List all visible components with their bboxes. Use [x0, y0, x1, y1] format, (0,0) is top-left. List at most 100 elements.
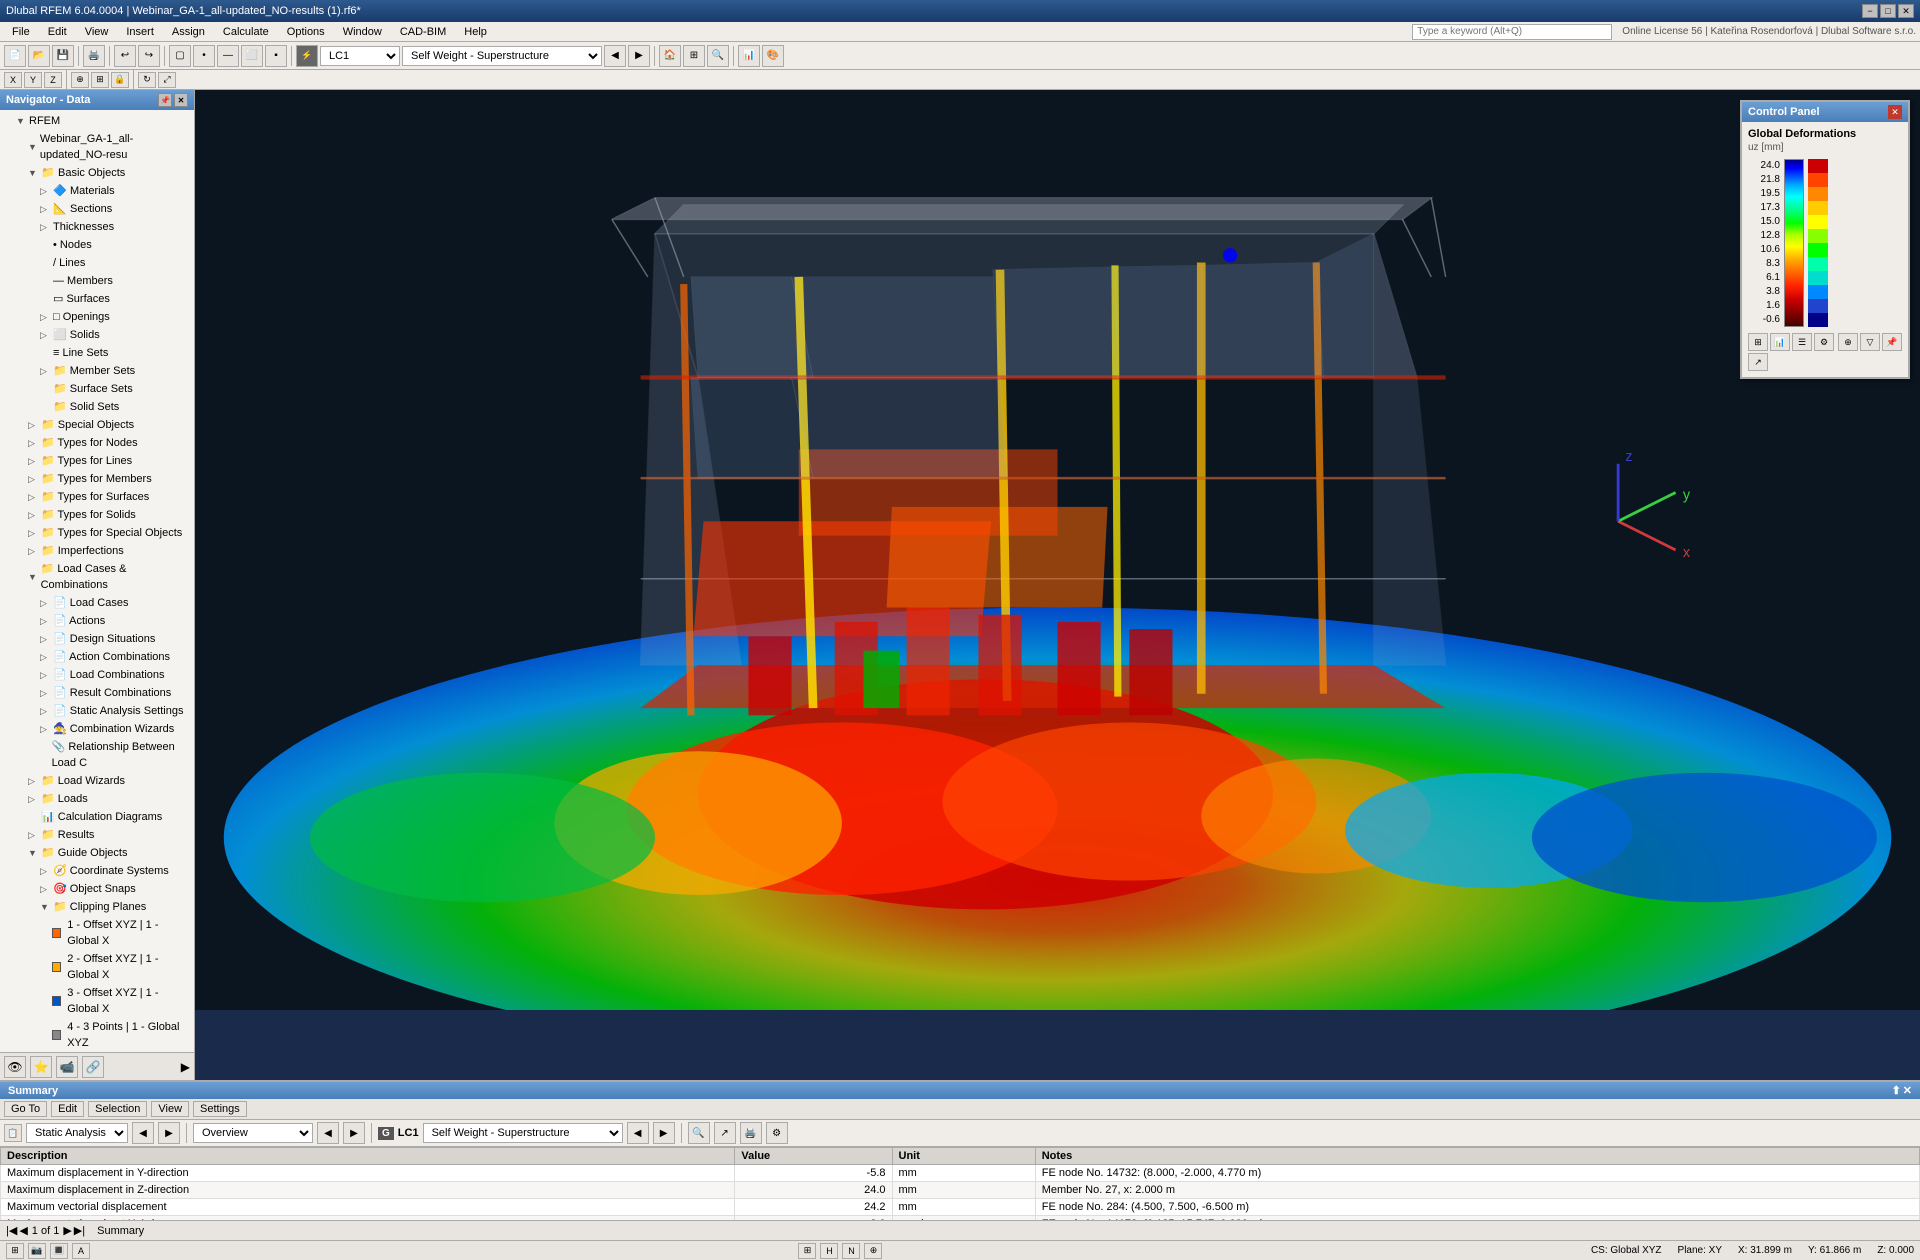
cp-btn-add[interactable]: ⊕: [1838, 333, 1858, 351]
sidebar-item-types-solids[interactable]: ▷ 📁 Types for Solids: [0, 506, 194, 524]
tb2-scale[interactable]: ⤢: [158, 72, 176, 88]
menu-cadbim[interactable]: CAD-BIM: [392, 24, 454, 40]
sidebar-item-nodes[interactable]: • Nodes: [0, 236, 194, 254]
sidebar-item-action-combinations[interactable]: ▷ 📄 Action Combinations: [0, 648, 194, 666]
prev-overview-btn[interactable]: ◀: [317, 1122, 339, 1144]
tb2-lock[interactable]: 🔒: [111, 72, 129, 88]
close-button[interactable]: ✕: [1898, 4, 1914, 18]
tb2-btn1[interactable]: X: [4, 72, 22, 88]
settings-btn[interactable]: Settings: [193, 1101, 247, 1117]
sidebar-item-sections[interactable]: ▷ 📐 Sections: [0, 200, 194, 218]
sidebar-item-relationship[interactable]: 📎 Relationship Between Load C: [0, 738, 194, 772]
sidebar-item-load-cases[interactable]: ▷ 📄 Load Cases: [0, 594, 194, 612]
minimize-button[interactable]: −: [1862, 4, 1878, 18]
open-btn[interactable]: 📂: [28, 45, 50, 67]
nav-rfem-root[interactable]: ▼ RFEM: [0, 112, 194, 130]
calculate-btn[interactable]: ⚡: [296, 45, 318, 67]
sidebar-item-coord-systems[interactable]: ▷ 🧭 Coordinate Systems: [0, 862, 194, 880]
lc-name-selector2[interactable]: Self Weight - Superstructure: [423, 1123, 623, 1143]
menu-assign[interactable]: Assign: [164, 24, 213, 40]
next-analysis-btn[interactable]: ▶: [158, 1122, 180, 1144]
nav-pin-btn[interactable]: 📌: [158, 93, 172, 107]
next-lc2-btn[interactable]: ▶: [653, 1122, 675, 1144]
sidebar-item-basic-objects[interactable]: ▼ 📁 Basic Objects: [0, 164, 194, 182]
menu-help[interactable]: Help: [456, 24, 495, 40]
disp-btn[interactable]: 📊: [738, 45, 760, 67]
menu-view[interactable]: View: [77, 24, 117, 40]
sidebar-item-load-cases-combos[interactable]: ▼ 📁 Load Cases & Combinations: [0, 560, 194, 594]
sidebar-item-line-sets[interactable]: ≡ Line Sets: [0, 344, 194, 362]
nav-project[interactable]: ▼ Webinar_GA-1_all-updated_NO-resu: [0, 130, 194, 164]
goto-btn[interactable]: Go To: [4, 1101, 47, 1117]
status-btn2[interactable]: 📷: [28, 1243, 46, 1259]
sidebar-item-calc-diagrams[interactable]: 📊 Calculation Diagrams: [0, 808, 194, 826]
status-mid4[interactable]: ⊕: [864, 1243, 882, 1259]
sidebar-item-object-snaps[interactable]: ▷ 🎯 Object Snaps: [0, 880, 194, 898]
status-btn3[interactable]: 🔳: [50, 1243, 68, 1259]
status-btn4[interactable]: A: [72, 1243, 90, 1259]
sidebar-item-clip1[interactable]: 1 - Offset XYZ | 1 - Global X: [0, 916, 194, 950]
next-overview-btn[interactable]: ▶: [343, 1122, 365, 1144]
view1-btn[interactable]: 🏠: [659, 45, 681, 67]
sidebar-item-result-combinations[interactable]: ▷ 📄 Result Combinations: [0, 684, 194, 702]
edit-btn[interactable]: Edit: [51, 1101, 84, 1117]
sidebar-item-openings[interactable]: ▷ □ Openings: [0, 308, 194, 326]
sidebar-item-types-nodes[interactable]: ▷ 📁 Types for Nodes: [0, 434, 194, 452]
sidebar-item-actions[interactable]: ▷ 📄 Actions: [0, 612, 194, 630]
menu-calculate[interactable]: Calculate: [215, 24, 277, 40]
sidebar-item-lines[interactable]: / Lines: [0, 254, 194, 272]
sidebar-item-surfaces[interactable]: ▭ Surfaces: [0, 290, 194, 308]
tb2-grid[interactable]: ⊞: [91, 72, 109, 88]
cp-btn-chart[interactable]: 📊: [1770, 333, 1790, 351]
print-btn[interactable]: 🖨️: [83, 45, 105, 67]
analysis-type-selector[interactable]: Static Analysis: [26, 1123, 128, 1143]
sidebar-item-member-sets[interactable]: ▷ 📁 Member Sets: [0, 362, 194, 380]
cp-btn-list[interactable]: ☰: [1792, 333, 1812, 351]
save-btn[interactable]: 💾: [52, 45, 74, 67]
bottom-close-btn[interactable]: ✕: [1903, 1084, 1912, 1097]
status-btn1[interactable]: ⊞: [6, 1243, 24, 1259]
nav-close-btn[interactable]: ✕: [174, 93, 188, 107]
tb2-snap[interactable]: ⊕: [71, 72, 89, 88]
page-next-btn[interactable]: ▶: [63, 1224, 71, 1237]
status-mid3[interactable]: N: [842, 1243, 860, 1259]
overview-selector[interactable]: Overview: [193, 1123, 313, 1143]
tb2-btn2[interactable]: Y: [24, 72, 42, 88]
cp-btn-pin[interactable]: 📌: [1882, 333, 1902, 351]
sidebar-item-types-surfaces[interactable]: ▷ 📁 Types for Surfaces: [0, 488, 194, 506]
prev-lc-btn[interactable]: ◀: [604, 45, 626, 67]
view-btn[interactable]: View: [151, 1101, 189, 1117]
nav-btn-eye[interactable]: 👁: [4, 1056, 26, 1078]
sidebar-item-clip2[interactable]: 2 - Offset XYZ | 1 - Global X: [0, 950, 194, 984]
sidebar-item-design-situations[interactable]: ▷ 📄 Design Situations: [0, 630, 194, 648]
menu-edit[interactable]: Edit: [40, 24, 75, 40]
results-import-btn[interactable]: 📋: [4, 1124, 22, 1142]
sidebar-item-load-combinations[interactable]: ▷ 📄 Load Combinations: [0, 666, 194, 684]
sidebar-item-clip3[interactable]: 3 - Offset XYZ | 1 - Global X: [0, 984, 194, 1018]
next-lc-btn[interactable]: ▶: [628, 45, 650, 67]
lc-selector[interactable]: LC1: [320, 46, 400, 66]
sidebar-item-loads[interactable]: ▷ 📁 Loads: [0, 790, 194, 808]
page-prev-btn[interactable]: ◀: [19, 1224, 27, 1237]
maximize-button[interactable]: □: [1880, 4, 1896, 18]
keyword-search[interactable]: [1412, 24, 1612, 40]
line-btn[interactable]: —: [217, 45, 239, 67]
sidebar-item-thicknesses[interactable]: ▷ Thicknesses: [0, 218, 194, 236]
sidebar-item-members[interactable]: — Members: [0, 272, 194, 290]
undo-btn[interactable]: ↩: [114, 45, 136, 67]
sidebar-item-types-lines[interactable]: ▷ 📁 Types for Lines: [0, 452, 194, 470]
sidebar-item-results[interactable]: ▷ 📁 Results: [0, 826, 194, 844]
export2-btn[interactable]: ↗: [714, 1122, 736, 1144]
status-mid1[interactable]: ⊞: [798, 1243, 816, 1259]
tb2-btn3[interactable]: Z: [44, 72, 62, 88]
tb2-rot[interactable]: ↻: [138, 72, 156, 88]
menu-insert[interactable]: Insert: [118, 24, 162, 40]
color-btn[interactable]: 🎨: [762, 45, 784, 67]
settings2-btn[interactable]: ⚙: [766, 1122, 788, 1144]
sidebar-item-combo-wizards[interactable]: ▷ 🧙 Combination Wizards: [0, 720, 194, 738]
sidebar-item-imperfections[interactable]: ▷ 📁 Imperfections: [0, 542, 194, 560]
page-last-btn[interactable]: ▶|: [74, 1224, 85, 1237]
nav-btn-flag[interactable]: 🔗: [82, 1056, 104, 1078]
member-btn[interactable]: ⬜: [241, 45, 263, 67]
sidebar-item-guide-objects[interactable]: ▼ 📁 Guide Objects: [0, 844, 194, 862]
